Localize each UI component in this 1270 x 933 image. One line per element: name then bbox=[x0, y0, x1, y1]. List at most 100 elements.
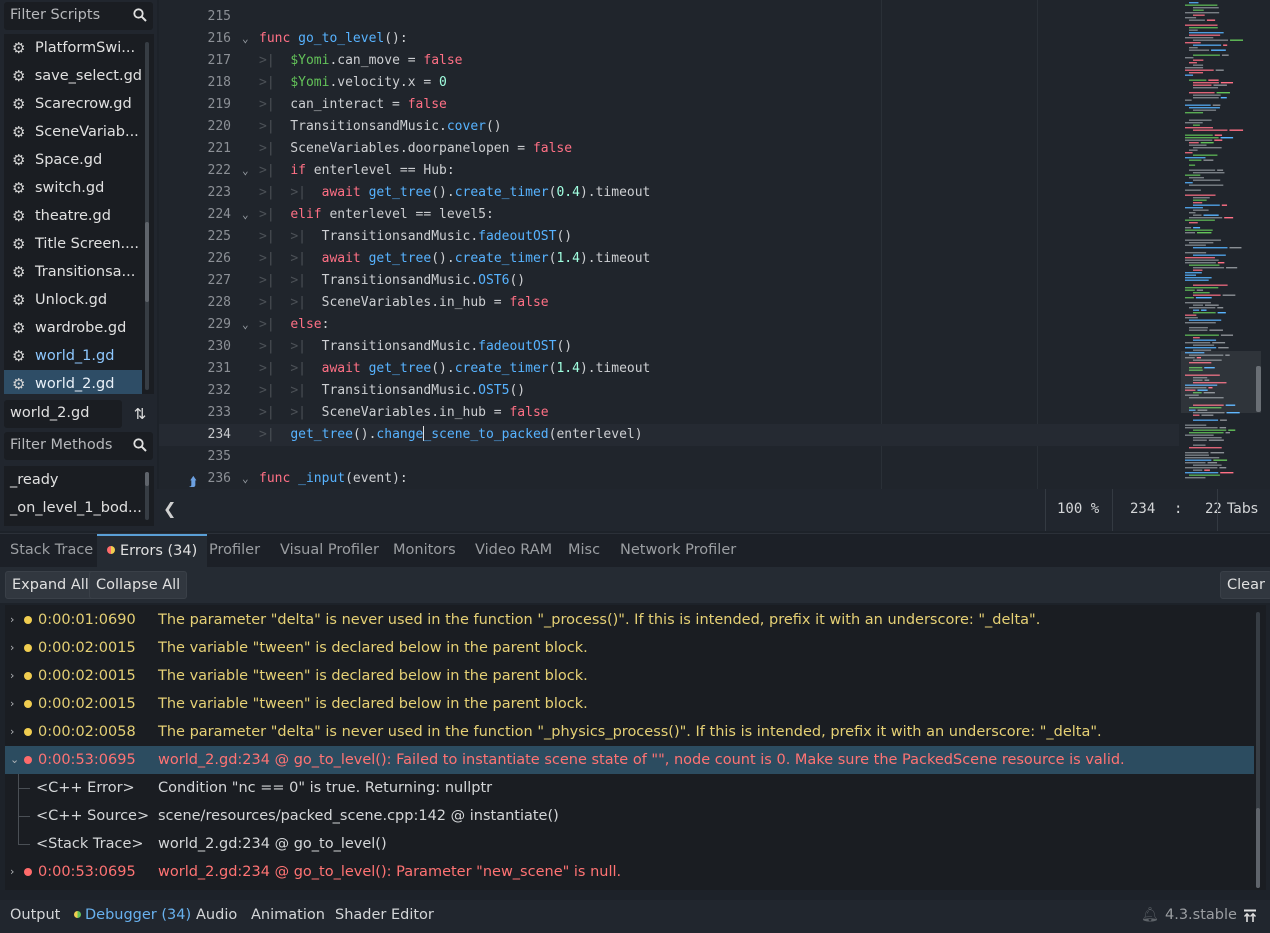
expand-panel-icon[interactable] bbox=[1243, 909, 1257, 923]
error-row[interactable]: ⌄ 0:00:53:0695 world_2.gd:234 @ go_to_leve… bbox=[5, 746, 1254, 774]
debugger-tab[interactable]: Visual Profiler bbox=[270, 534, 389, 567]
code-line[interactable]: 225 >| >| TransitionsandMusic.fadeoutOST(… bbox=[159, 226, 1179, 248]
script-item[interactable]: ⚙ wardrobe.gd bbox=[4, 314, 142, 342]
script-item[interactable]: ⚙ Unlock.gd bbox=[4, 286, 142, 314]
script-item[interactable]: ⚙ theatre.gd bbox=[4, 202, 142, 230]
filter-scripts-input[interactable]: Filter Scripts bbox=[4, 2, 153, 30]
collapse-all-button[interactable]: Collapse All bbox=[89, 571, 188, 599]
code-line[interactable]: 234 >| get_tree().change_scene_to_packed(… bbox=[159, 424, 1179, 446]
expand-all-button[interactable]: Expand All bbox=[5, 571, 96, 599]
script-item[interactable]: ⚙ switch.gd bbox=[4, 174, 142, 202]
error-list-scrollbar[interactable] bbox=[1256, 612, 1260, 888]
script-list-scrollbar[interactable] bbox=[145, 42, 149, 390]
method-list-scroll-thumb[interactable] bbox=[145, 472, 149, 486]
chevron-right-icon[interactable]: › bbox=[10, 858, 14, 886]
code-line[interactable]: 217 >| $Yomi.can_move = false bbox=[159, 50, 1179, 72]
method-item[interactable]: _on_level_1_bod... bbox=[4, 494, 142, 522]
code-line[interactable]: 235 bbox=[159, 446, 1179, 468]
error-row[interactable]: › 0:00:02:0058 The parameter "delta" is ne… bbox=[5, 718, 1254, 746]
sort-icon[interactable]: ⇅ bbox=[128, 402, 152, 426]
script-item[interactable]: ⚙ save_select.gd bbox=[4, 62, 142, 90]
fold-arrow-icon[interactable]: ⌄ bbox=[242, 468, 249, 489]
code-editor[interactable]: 215 216 ⌄ func go_to_level(): 217 >| $Yomi.ca… bbox=[159, 0, 1270, 489]
chevron-right-icon[interactable]: › bbox=[10, 690, 14, 718]
script-item-label: save_select.gd bbox=[34, 68, 142, 84]
chevron-right-icon[interactable]: › bbox=[10, 718, 14, 746]
code-line[interactable]: 230 >| >| TransitionsandMusic.fadeoutOST(… bbox=[159, 336, 1179, 358]
editor-scroll-thumb[interactable] bbox=[1256, 366, 1261, 412]
code-line[interactable]: 224 ⌄ >| elif enterlevel == level5: bbox=[159, 204, 1179, 226]
bottom-tab[interactable]: Debugger (34) bbox=[74, 907, 191, 923]
chevron-right-icon[interactable]: › bbox=[10, 634, 14, 662]
code-line[interactable]: 228 >| >| SceneVariables.in_hub = false bbox=[159, 292, 1179, 314]
debugger-tab[interactable]: Profiler bbox=[199, 534, 270, 567]
script-item[interactable]: ⚙ SceneVariab... bbox=[4, 118, 142, 146]
method-list-scrollbar[interactable] bbox=[145, 472, 149, 520]
method-list[interactable]: _ready _on_level_1_bod... bbox=[4, 466, 154, 526]
code-line[interactable]: 218 >| $Yomi.velocity.x = 0 bbox=[159, 72, 1179, 94]
code-line[interactable]: 233 >| >| SceneVariables.in_hub = false bbox=[159, 402, 1179, 424]
bottom-tab[interactable]: Animation bbox=[251, 907, 325, 923]
debugger-tab[interactable]: Misc bbox=[558, 534, 610, 567]
bottom-tab[interactable]: Shader Editor bbox=[335, 907, 434, 923]
script-item[interactable]: ⚙ world_1.gd bbox=[4, 342, 142, 370]
script-item[interactable]: ⚙ Space.gd bbox=[4, 146, 142, 174]
debugger-tab[interactable]: Stack Trace bbox=[0, 534, 103, 567]
method-item[interactable]: _ready bbox=[4, 466, 142, 494]
script-item[interactable]: ⚙ PlatformSwi... bbox=[4, 34, 142, 62]
script-list-scroll-thumb[interactable] bbox=[145, 222, 149, 302]
debugger-tab[interactable]: Network Profiler bbox=[610, 534, 746, 567]
error-row[interactable]: › 0:00:02:0015 The variable "tween" is dec… bbox=[5, 690, 1254, 718]
code-line[interactable]: 227 >| >| TransitionsandMusic.OST6() bbox=[159, 270, 1179, 292]
error-detail-row[interactable]: <C++ Source> scene/resources/packed_scene… bbox=[5, 802, 1254, 830]
chevron-right-icon[interactable]: › bbox=[10, 662, 14, 690]
code-line[interactable]: ⮭ 236 ⌄ func _input(event): bbox=[159, 468, 1179, 489]
chevron-right-icon[interactable]: › bbox=[10, 606, 14, 634]
script-item-label: Unlock.gd bbox=[35, 292, 108, 308]
code-line[interactable]: 223 >| >| await get_tree().create_timer(0… bbox=[159, 182, 1179, 204]
code-line[interactable]: 232 >| >| TransitionsandMusic.OST5() bbox=[159, 380, 1179, 402]
code-line[interactable]: 231 >| >| await get_tree().create_timer(1… bbox=[159, 358, 1179, 380]
code-line[interactable]: 220 >| TransitionsandMusic.cover() bbox=[159, 116, 1179, 138]
code-minimap[interactable] bbox=[1181, 0, 1266, 489]
bottom-tab[interactable]: Output bbox=[10, 907, 60, 923]
editor-status-bar: ❮ 100 % 234 : 22 Tabs bbox=[157, 489, 1270, 531]
filter-methods-input[interactable]: Filter Methods bbox=[4, 432, 153, 460]
bell-icon[interactable]: 🔔︎ bbox=[1141, 907, 1159, 923]
code-text: >| $Yomi.can_move = false bbox=[259, 53, 463, 68]
script-item[interactable]: ⚙ Title Screen.... bbox=[4, 230, 142, 258]
zoom-level[interactable]: 100 % bbox=[1057, 501, 1099, 517]
error-row[interactable]: › 0:00:02:0015 The variable "tween" is dec… bbox=[5, 662, 1254, 690]
error-row[interactable]: › 0:00:53:0695 world_2.gd:234 @ go_to_leve… bbox=[5, 858, 1254, 886]
error-detail-row[interactable]: <C++ Error> Condition "nc == 0" is true. … bbox=[5, 774, 1254, 802]
script-item[interactable]: ⚙ Transitionsa... bbox=[4, 258, 142, 286]
error-row[interactable]: › 0:00:02:0015 The variable "tween" is dec… bbox=[5, 634, 1254, 662]
code-line[interactable]: 229 ⌄ >| else: bbox=[159, 314, 1179, 336]
script-item[interactable]: ⚙ world_2.gd bbox=[4, 370, 142, 394]
debugger-tab[interactable]: Monitors bbox=[383, 534, 466, 567]
fold-arrow-icon[interactable]: ⌄ bbox=[242, 28, 249, 50]
script-list[interactable]: ⚙ PlatformSwi... ⚙ save_select.gd ⚙ Scarecrow… bbox=[4, 34, 154, 394]
error-detail-row[interactable]: <Stack Trace> world_2.gd:234 @ go_to_leve… bbox=[5, 830, 1254, 858]
clear-button[interactable]: Clear bbox=[1220, 571, 1270, 599]
indent-mode[interactable]: Tabs bbox=[1227, 501, 1258, 517]
bottom-tab[interactable]: Audio bbox=[196, 907, 237, 923]
code-line[interactable]: 222 ⌄ >| if enterlevel == Hub: bbox=[159, 160, 1179, 182]
chevron-down-icon[interactable]: ⌄ bbox=[10, 746, 19, 774]
code-line[interactable]: 216 ⌄ func go_to_level(): bbox=[159, 28, 1179, 50]
error-row[interactable]: › 0:00:01:0690 The parameter "delta" is ne… bbox=[5, 606, 1254, 634]
error-list[interactable]: › 0:00:01:0690 The parameter "delta" is ne… bbox=[5, 605, 1266, 890]
fold-arrow-icon[interactable]: ⌄ bbox=[242, 160, 249, 182]
fold-arrow-icon[interactable]: ⌄ bbox=[242, 314, 249, 336]
minimap-viewport[interactable] bbox=[1181, 351, 1261, 413]
code-line[interactable]: 215 bbox=[159, 6, 1179, 28]
debugger-tab[interactable]: Errors (34) bbox=[97, 534, 208, 567]
toggle-scripts-panel-icon[interactable]: ❮ bbox=[163, 499, 176, 518]
code-line[interactable]: 221 >| SceneVariables.doorpanelopen = fal… bbox=[159, 138, 1179, 160]
fold-arrow-icon[interactable]: ⌄ bbox=[242, 204, 249, 226]
debugger-tab[interactable]: Video RAM bbox=[465, 534, 562, 567]
code-line[interactable]: 219 >| can_interact = false bbox=[159, 94, 1179, 116]
code-line[interactable]: 226 >| >| await get_tree().create_timer(1… bbox=[159, 248, 1179, 270]
script-item[interactable]: ⚙ Scarecrow.gd bbox=[4, 90, 142, 118]
error-list-scroll-thumb[interactable] bbox=[1256, 808, 1260, 888]
